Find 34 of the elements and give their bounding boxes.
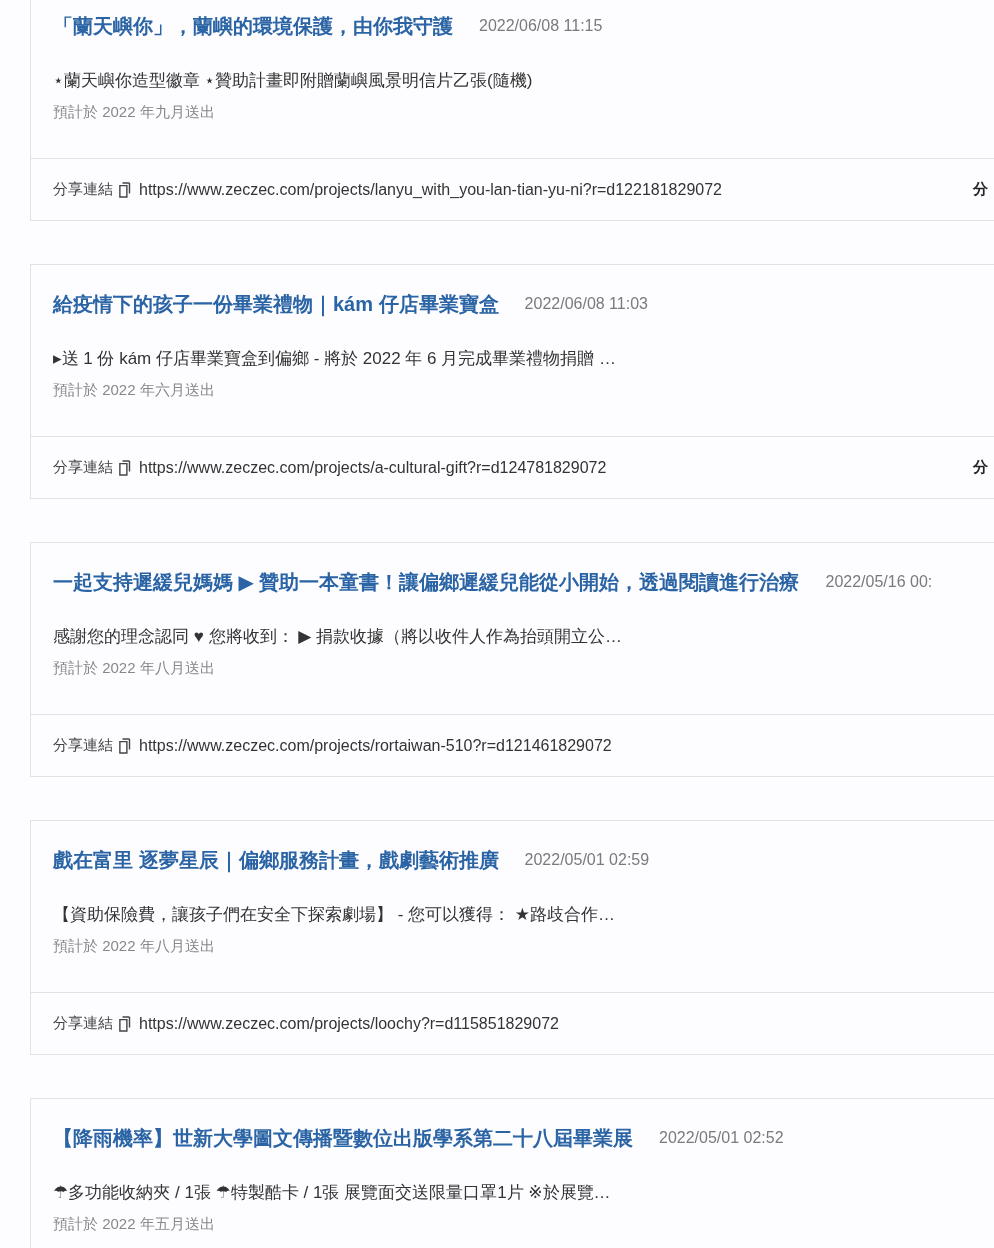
share-label: 分享連結 xyxy=(53,180,113,199)
reward-date: 2022/06/08 11:03 xyxy=(524,295,648,313)
share-url[interactable]: https://www.zeczec.com/projects/lanyu_with_you-lan-tian-yu-ni?r=d122181829072 xyxy=(139,180,722,199)
reward-title[interactable]: 【降雨機率】世新大學圖文傳播暨數位出版學系第二十八屆畢業展 xyxy=(53,1124,633,1152)
copy-icon[interactable] xyxy=(119,1015,133,1032)
share-button[interactable]: 分 xyxy=(973,458,994,477)
reward-title[interactable]: 一起支持遲緩兒媽媽 ▶ 贊助一本童書！讓偏鄉遲緩兒能從小開始，透過閱讀進行治療 xyxy=(53,568,800,596)
reward-description: ⋆蘭天嶼你造型徽章 ⋆贊助計畫即附贈蘭嶼風景明信片乙張(隨機) xyxy=(53,70,534,92)
share-url[interactable]: https://www.zeczec.com/projects/a-cultural-gift?r=d124781829072 xyxy=(139,458,607,477)
copy-icon[interactable] xyxy=(119,459,133,476)
reward-date: 2022/05/01 02:59 xyxy=(524,851,650,869)
share-label: 分享連結 xyxy=(53,458,113,477)
reward-title[interactable]: 戲在富里 逐夢星辰｜偏鄉服務計畫，戲劇藝術推廣 xyxy=(53,846,499,874)
reward-date: 2022/05/16 00: xyxy=(825,573,933,591)
reward-date: 2022/05/01 02:52 xyxy=(659,1129,784,1147)
delivery-estimate: 預計於 2022 年九月送出 xyxy=(53,102,216,122)
delivery-estimate: 預計於 2022 年八月送出 xyxy=(53,936,216,956)
reward-title[interactable]: 給疫情下的孩子一份畢業禮物｜kám 仔店畢業寶盒 xyxy=(53,290,499,318)
copy-icon[interactable] xyxy=(119,737,133,754)
reward-description: ☂多功能收納夾 / 1張 ☂特製酷卡 / 1張 展覽面交送限量口罩1片 ※於展覽… xyxy=(53,1182,612,1204)
share-label: 分享連結 xyxy=(53,736,113,755)
reward-title[interactable]: 「蘭天嶼你」，蘭嶼的環境保護，由你我守護 xyxy=(53,12,453,40)
reward-description: ▸送 1 份 kám 仔店畢業寶盒到偏鄉 - 將於 2022 年 6 月完成畢業禮物捐贈 … xyxy=(53,348,617,370)
share-url[interactable]: https://www.zeczec.com/projects/rortaiwan-510?r=d121461829072 xyxy=(139,736,612,755)
share-url[interactable]: https://www.zeczec.com/projects/loochy?r=d115851829072 xyxy=(139,1014,559,1033)
reward-date: 2022/06/08 11:15 xyxy=(479,17,603,35)
reward-description: 【資助保險費，讓孩子們在安全下探索劇場】 - 您可以獲得： ★路歧合作… xyxy=(53,904,617,926)
reward-description: 感謝您的理念認同 ♥ 您將收到： ▶ 捐款收據（將以收件人作為抬頭開立公… xyxy=(53,626,624,648)
delivery-estimate: 預計於 2022 年五月送出 xyxy=(53,1214,216,1234)
share-button[interactable]: 分 xyxy=(973,180,994,199)
delivery-estimate: 預計於 2022 年六月送出 xyxy=(53,380,216,400)
delivery-estimate: 預計於 2022 年八月送出 xyxy=(53,658,216,678)
copy-icon[interactable] xyxy=(119,181,133,198)
share-label: 分享連結 xyxy=(53,1014,113,1033)
